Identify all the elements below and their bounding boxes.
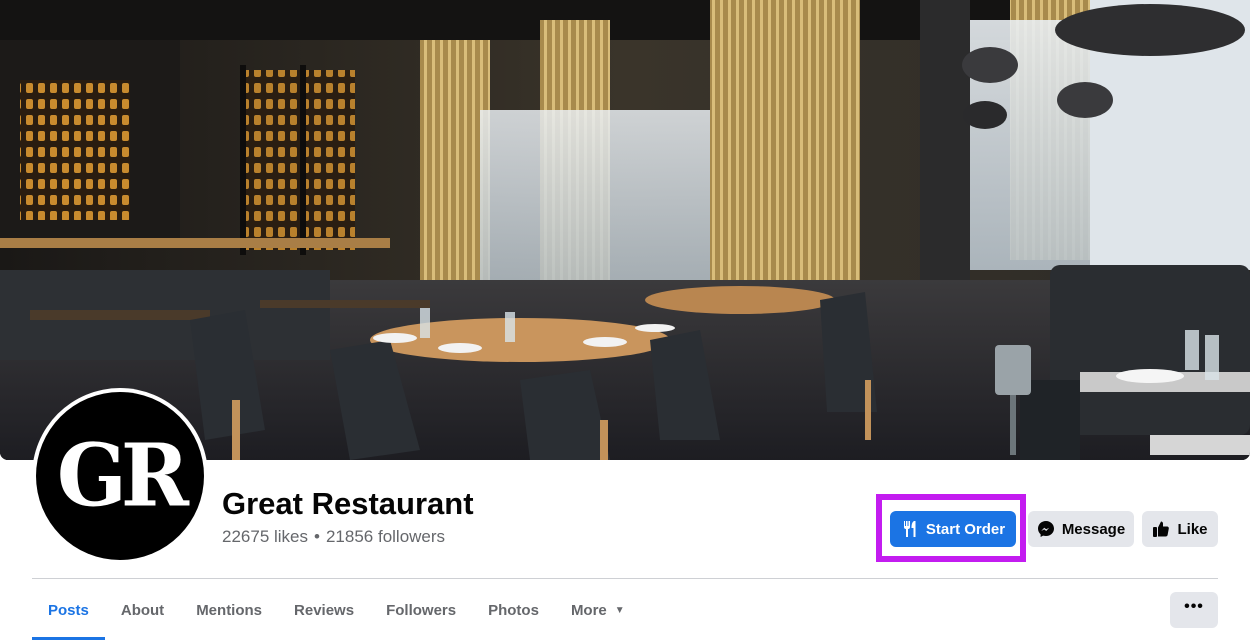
tab-more[interactable]: More ▼ — [555, 580, 641, 640]
tab-photos-label: Photos — [488, 601, 539, 619]
caret-down-icon: ▼ — [614, 604, 625, 616]
tab-followers-label: Followers — [386, 601, 457, 619]
page-tabs: Posts About Mentions Reviews Followers P… — [32, 580, 641, 640]
tab-more-label: More — [570, 601, 607, 619]
page-title: Great Restaurant — [222, 486, 474, 521]
thumbs-up-icon — [1152, 520, 1170, 538]
tab-posts-label: Posts — [48, 601, 89, 619]
more-options-button[interactable]: ••• — [1170, 592, 1218, 628]
tab-photos[interactable]: Photos — [472, 580, 555, 640]
start-order-label: Start Order — [925, 520, 1006, 538]
cover-photo[interactable] — [0, 0, 1250, 460]
start-order-button[interactable]: Start Order — [890, 511, 1016, 547]
avatar-logo: GR — [36, 392, 204, 560]
page-avatar[interactable]: GR — [32, 388, 208, 564]
tab-reviews-label: Reviews — [294, 601, 355, 619]
avatar-initials: GR — [56, 425, 189, 527]
page-root: GR Great Restaurant 22675 likes • 21856 … — [0, 0, 1250, 642]
fork-knife-icon — [901, 520, 919, 538]
followers-count[interactable]: 21856 followers — [326, 527, 445, 547]
more-options-icon: ••• — [1184, 598, 1204, 615]
restaurant-interior-image — [0, 0, 1250, 460]
tab-about[interactable]: About — [105, 580, 180, 640]
tab-mentions[interactable]: Mentions — [180, 580, 278, 640]
tab-posts[interactable]: Posts — [32, 580, 105, 640]
like-label: Like — [1177, 520, 1208, 538]
message-button[interactable]: Message — [1028, 511, 1134, 547]
header-divider — [32, 578, 1218, 579]
tab-followers[interactable]: Followers — [370, 580, 472, 640]
like-button[interactable]: Like — [1142, 511, 1218, 547]
likes-count[interactable]: 22675 likes — [222, 527, 308, 547]
stats-separator: • — [314, 527, 320, 546]
message-label: Message — [1061, 520, 1126, 538]
tab-mentions-label: Mentions — [196, 601, 263, 619]
tab-about-label: About — [120, 601, 165, 619]
tab-reviews[interactable]: Reviews — [278, 580, 370, 640]
messenger-icon — [1037, 520, 1055, 538]
page-stats: 22675 likes • 21856 followers — [222, 527, 445, 547]
